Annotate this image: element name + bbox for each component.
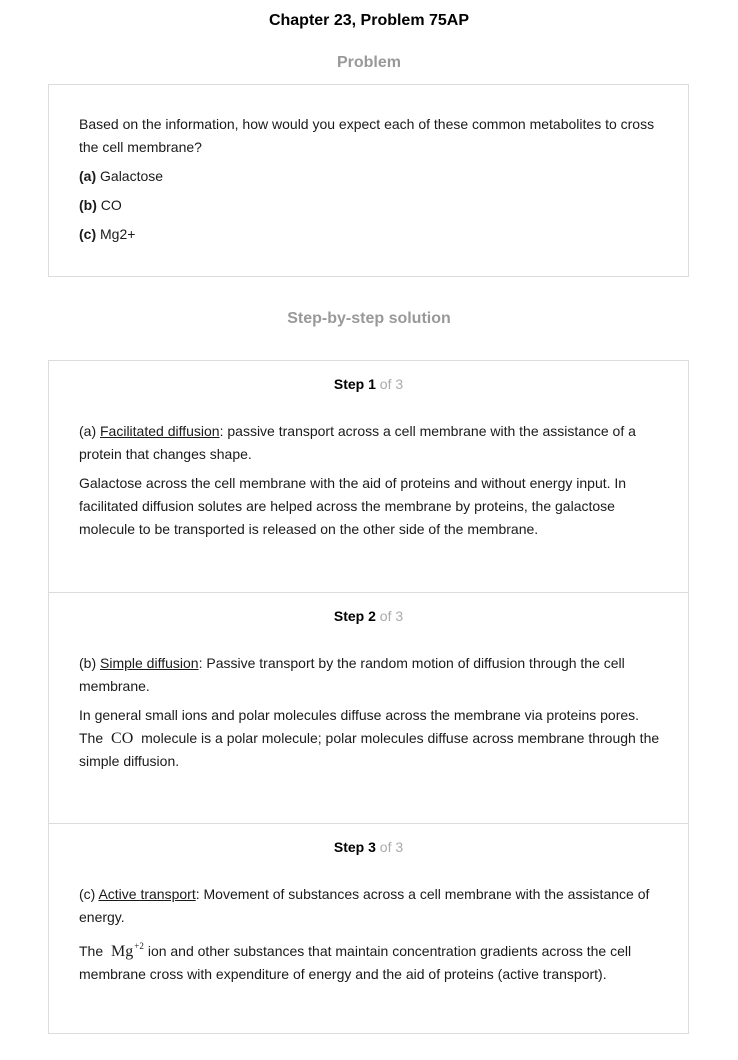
step-header: Step 3 of 3: [49, 836, 688, 859]
step-header: Step 2 of 3: [49, 605, 688, 628]
option-letter: (b): [79, 197, 97, 213]
step-header: Step 1 of 3: [49, 373, 688, 396]
page-title: Chapter 23, Problem 75AP: [268, 12, 470, 29]
option-text: Mg2+: [100, 226, 136, 242]
option-letter: (c): [79, 226, 97, 242]
step-card: Step 1 of 3 (a) Facilitated diffusion: p…: [49, 361, 688, 592]
option-text: Galactose: [100, 168, 164, 184]
step-explanation: Galactose across the cell membrane with …: [79, 475, 627, 537]
option-letter: (a): [79, 168, 97, 184]
option-text: CO: [100, 197, 122, 213]
step-body: (c) Active transport: Movement of substa…: [79, 883, 664, 992]
step-label: Step 2: [333, 608, 376, 624]
step-total: of 3: [379, 839, 404, 855]
step-body: (b) Simple diffusion: Passive transport …: [79, 652, 664, 779]
step-definition: (c) Active transport: Movement of substa…: [79, 886, 650, 925]
problem-box: Based on the information, how would you …: [48, 84, 689, 277]
step-total: of 3: [379, 608, 404, 624]
problem-option-a: (a) Galactose: [79, 165, 658, 188]
step-card: Step 3 of 3 (c) Active transport: Moveme…: [49, 823, 688, 1034]
step-label: Step 1: [333, 376, 376, 392]
step-explanation: The CO molecule is a polar molecule; pol…: [79, 730, 660, 769]
step-card: Step 2 of 3 (b) Simple diffusion: Passiv…: [49, 592, 688, 823]
step-explanation: The Mg+2 ion and other substances that ma…: [79, 941, 632, 982]
step-body: (a) Facilitated diffusion: passive trans…: [79, 420, 664, 547]
term-link[interactable]: Facilitated diffusion: [100, 423, 220, 439]
step-definition: (b) Simple diffusion: Passive transport …: [79, 655, 625, 694]
problem-option-c: (c) Mg2+: [79, 223, 658, 246]
problem-option-b: (b) CO: [79, 194, 658, 217]
problem-heading: Problem: [336, 54, 401, 71]
step-label: Step 3: [333, 839, 376, 855]
term-link[interactable]: Simple diffusion: [100, 655, 199, 671]
term-link[interactable]: Active transport: [98, 886, 195, 902]
formula-mg: Mg+2: [111, 941, 144, 960]
step-definition: (a) Facilitated diffusion: passive trans…: [79, 423, 636, 462]
problem-question: Based on the information, how would you …: [79, 116, 655, 155]
solution-steps: Step 1 of 3 (a) Facilitated diffusion: p…: [48, 360, 689, 1034]
formula-co: CO: [111, 730, 134, 747]
solution-heading: Step-by-step solution: [287, 310, 451, 327]
step-explanation: In general small ions and polar molecule…: [79, 707, 640, 723]
step-total: of 3: [379, 376, 404, 392]
